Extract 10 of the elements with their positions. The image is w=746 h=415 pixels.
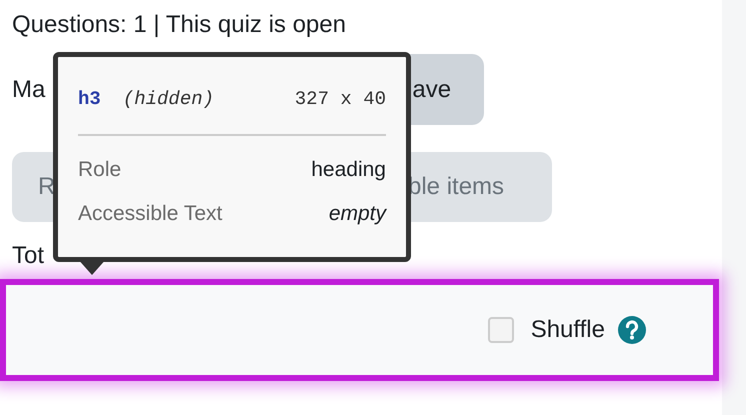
- element-tag: h3: [78, 85, 101, 114]
- property-label: Role: [78, 156, 122, 183]
- quiz-summary: Questions: 1 | This quiz is open: [12, 10, 346, 40]
- hidden-note: (hidden): [122, 87, 214, 112]
- help-icon[interactable]: [617, 315, 647, 345]
- property-label: Accessible Text: [78, 200, 222, 227]
- shuffle-label: Shuffle: [530, 315, 605, 345]
- grade-label: Ma: [12, 74, 46, 104]
- total-label: Tot: [12, 241, 44, 271]
- shuffle-checkbox[interactable]: [488, 317, 514, 343]
